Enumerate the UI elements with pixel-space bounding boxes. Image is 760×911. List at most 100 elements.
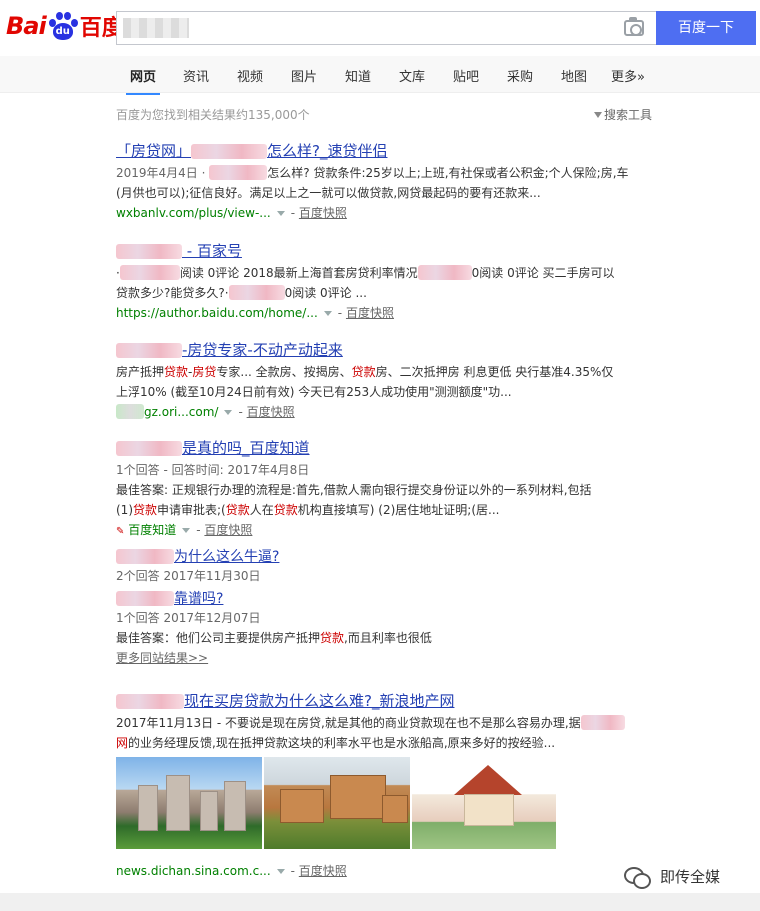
sub-result-2-answer: 最佳答案：他们公司主要提供房产抵押贷款,而且利率也很低 [116, 628, 656, 648]
snippet-text: 房、二次抵押房 利息更低 央行基准4.35%仅 [375, 365, 614, 379]
result-2-snippet: · 阅读 0评论 2018最新上海首套房贷利率情况 0阅读 0评论 买二手房可以 [116, 263, 656, 283]
chevron-down-icon[interactable] [276, 869, 285, 874]
result-5-title[interactable]: 现在买房贷款为什么这么难?_新浪地产网 [116, 690, 656, 711]
title-part: 怎么样?_速贷伴侣 [267, 142, 388, 160]
snippet-text: 房产抵押 [116, 365, 165, 379]
snippet-text: 怎么样? 贷款条件:25岁以上;上班,有社保或者公积金;个人保险;房,车 [267, 166, 629, 180]
result-3-title[interactable]: -房贷专家-不动产动起来 [116, 339, 656, 360]
result-image-villas[interactable] [264, 757, 410, 849]
snippet-text: 阅读 0评论 2018最新上海首套房贷利率情况 [179, 266, 418, 280]
result-url[interactable]: gz.ori...com/ [144, 405, 218, 419]
sub-result-2-title[interactable]: 靠谱吗? [116, 588, 656, 608]
result-2-title[interactable]: - 百家号 [116, 240, 656, 261]
baidu-logo[interactable]: Bai du 百度 [6, 8, 124, 44]
blurred-text [116, 404, 144, 419]
source-name[interactable]: 百度知道 [128, 523, 176, 537]
snapshot-link[interactable]: 百度快照 [299, 206, 347, 220]
result-3-snippet-2: 上浮10% (截至10月24日前有效) 今天已有253人成功使用"测测额度"功.… [116, 385, 512, 399]
result-5-snippet: 2017年11月13日 - 不要说是现在房贷,就是其他的商业贷款现在也不是那么容… [116, 713, 656, 733]
result-image-house-money[interactable] [412, 757, 556, 849]
answer-meta: 1个回答 - 回答时间: 2017年4月8日 [116, 463, 310, 477]
result-count: 百度为您找到相关结果约135,000个 [116, 108, 310, 122]
tab-purchase[interactable]: 采购 [507, 66, 533, 85]
tab-more[interactable]: 更多» [611, 66, 645, 85]
search-button[interactable]: 百度一下 [656, 11, 756, 45]
blurred-text [417, 265, 472, 280]
snippet-text: 专家... 全款房、按揭房、 [216, 365, 352, 379]
blurred-text [209, 165, 268, 180]
watermark-text: 即传全媒 [660, 868, 721, 886]
chevron-down-icon[interactable] [276, 211, 285, 216]
highlight: 贷款 [133, 503, 158, 517]
tab-video[interactable]: 视频 [237, 66, 263, 85]
snippet-date: 2019年4月4日 · [116, 166, 210, 180]
result-4-title[interactable]: 是真的吗_百度知道 [116, 437, 656, 458]
tab-map[interactable]: 地图 [561, 66, 587, 85]
search-input[interactable] [116, 11, 656, 45]
result-4: 是真的吗_百度知道 1个回答 - 回答时间: 2017年4月8日 最佳答案: 正… [116, 437, 656, 668]
highlight: 网 [116, 736, 129, 750]
chevron-down-icon[interactable] [224, 410, 233, 415]
camera-icon[interactable] [624, 17, 644, 36]
result-2-url-row: https://author.baidu.com/home/... - 百度快照 [116, 306, 394, 320]
more-site-results-link[interactable]: 更多同站结果>> [116, 651, 208, 665]
bottom-bar [0, 893, 760, 911]
blurred-text [116, 244, 182, 259]
highlight: 贷款 [320, 631, 345, 645]
title-part: 为什么这么牛逼? [174, 549, 280, 565]
result-3: -房贷专家-不动产动起来 房产抵押贷款-房贷专家... 全款房、按揭房、贷款房、… [116, 339, 656, 422]
snippet-text: 的业务经理反馈,现在抵押贷款这块的利率水平也是水涨船高,原来多好的按经验... [128, 736, 556, 750]
snippet-text: (1) [116, 503, 133, 517]
result-5-snippet-2: 网的业务经理反馈,现在抵押贷款这块的利率水平也是水涨船高,原来多好的按经验... [116, 733, 656, 753]
sub-result-1-title[interactable]: 为什么这么牛逼? [116, 546, 656, 566]
result-url[interactable]: https://author.baidu.com/home/... [116, 306, 318, 320]
blurred-text [116, 591, 174, 606]
tab-news[interactable]: 资讯 [183, 66, 209, 85]
tab-tieba[interactable]: 贴吧 [453, 66, 479, 85]
logo-bai: Bai [6, 12, 47, 40]
wechat-icon [624, 866, 651, 889]
snippet-text: ,而且利率也很低 [344, 631, 432, 645]
snippet-text: 人在 [249, 503, 274, 517]
search-tabs: 网页 资讯 视频 图片 知道 文库 贴吧 采购 地图 更多» [0, 56, 760, 95]
result-1-snippet-2: (月供也可以);征信良好。满足以上之一就可以做贷款,网贷最起码的要有还款来... [116, 186, 541, 200]
title-part: - 百家号 [182, 242, 242, 260]
tab-web[interactable]: 网页 [125, 66, 161, 95]
tab-zhidao[interactable]: 知道 [345, 66, 371, 85]
snippet-text: 最佳答案：他们公司主要提供房产抵押 [116, 631, 321, 645]
zhidao-icon: ✎ [116, 526, 125, 537]
tab-wenku[interactable]: 文库 [399, 66, 425, 85]
blurred-text [116, 549, 174, 564]
chevron-down-icon[interactable] [323, 311, 332, 316]
title-part: 「房贷网」 [116, 142, 192, 160]
snippet-text: 2017年11月13日 - 不要说是现在房贷,就是其他的商业贷款现在也不是那么容… [116, 716, 581, 730]
snapshot-link[interactable]: 百度快照 [299, 864, 347, 878]
result-url[interactable]: wxbanlv.com/plus/view-... [116, 206, 271, 220]
blurred-text [191, 144, 268, 159]
result-1-title[interactable]: 「房贷网」 怎么样?_速贷伴侣 [116, 140, 656, 161]
result-4-snippet: 最佳答案: 正规银行办理的流程是:首先,借款人需向银行提交身份证以外的一系列材料… [116, 483, 592, 497]
blurred-text [116, 343, 182, 358]
result-2: - 百家号 · 阅读 0评论 2018最新上海首套房贷利率情况 0阅读 0评论 买二… [116, 240, 656, 323]
snippet-text: 机构直接填写) (2)居住地址证明;(居... [297, 503, 500, 517]
chevron-down-icon[interactable] [182, 528, 191, 533]
search-tools[interactable]: 搜索工具 [594, 106, 652, 123]
snapshot-link[interactable]: 百度快照 [346, 306, 394, 320]
search-tools-label: 搜索工具 [604, 108, 653, 122]
snapshot-link[interactable]: 百度快照 [204, 523, 252, 537]
result-url[interactable]: news.dichan.sina.com.c... [116, 864, 271, 878]
result-1-snippet: 2019年4月4日 · 怎么样? 贷款条件:25岁以上;上班,有社保或者公积金;… [116, 163, 656, 183]
result-5-url-row: news.dichan.sina.com.c... - 百度快照 [116, 864, 347, 878]
header: Bai du 百度 百度一下 [0, 0, 760, 56]
result-2-snippet-2: 贷款多少?能贷多久?· 0阅读 0评论 ... [116, 283, 656, 303]
snippet-text: 0阅读 0评论 ... [284, 286, 367, 300]
tab-images[interactable]: 图片 [291, 66, 317, 85]
funnel-icon [594, 112, 602, 118]
snapshot-link[interactable]: 百度快照 [247, 405, 295, 419]
result-image-apartments[interactable] [116, 757, 262, 849]
snippet-text: 贷款多少?能贷多久?· [116, 286, 229, 300]
highlight: 贷款 [225, 503, 250, 517]
snippet-text: 申请审批表;( [157, 503, 226, 517]
result-3-snippet: 房产抵押贷款-房贷专家... 全款房、按揭房、贷款房、二次抵押房 利息更低 央行… [116, 362, 656, 382]
title-part: 靠谱吗? [174, 591, 224, 607]
